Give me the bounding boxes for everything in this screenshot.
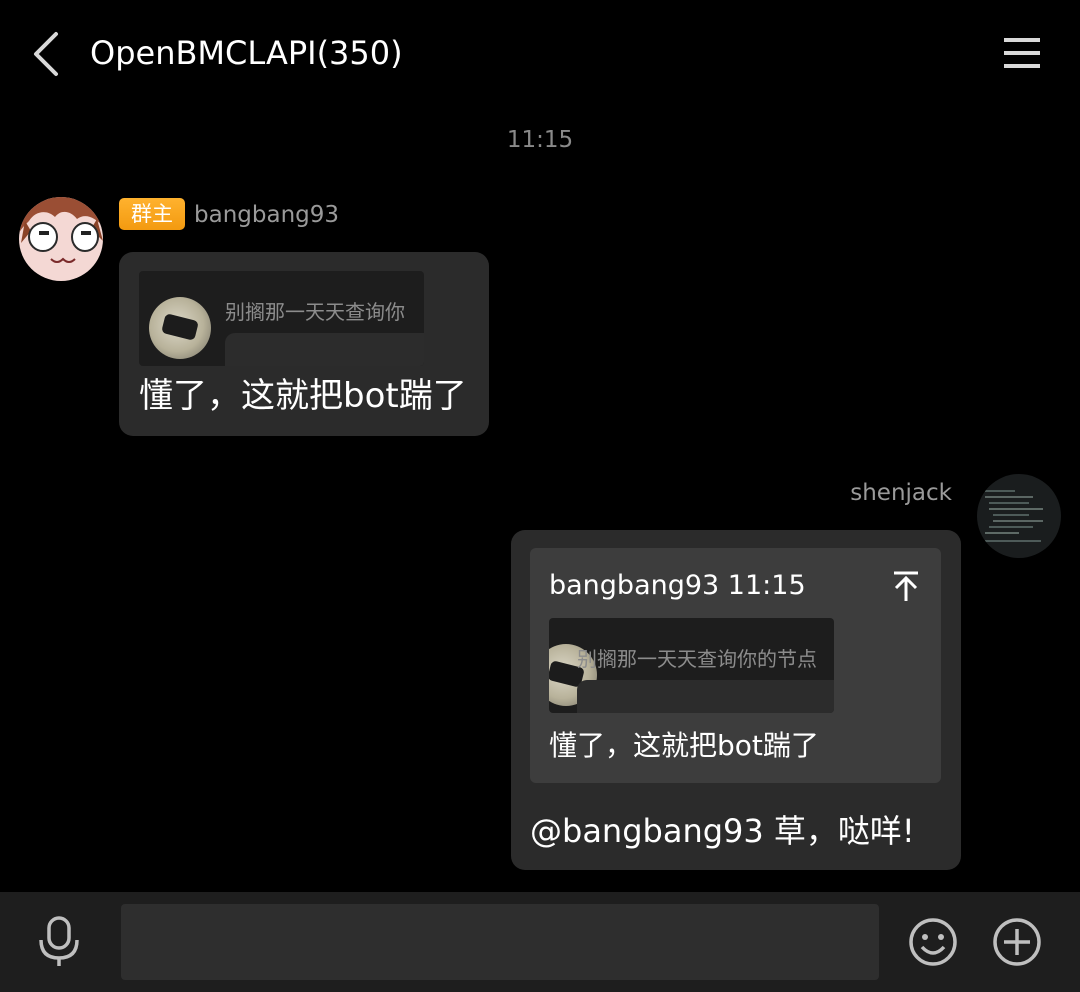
thumbnail-subcard [225,333,424,366]
thumbnail-caption: 别搁那一天天查询你 [225,300,405,324]
thumbnail-caption: 别搁那一天天查询你的节点 [577,647,817,671]
quoted-reply-card[interactable]: bangbang93 11:15 别搁那一天天查询你的节点 懂了，这就把bot踹… [530,548,941,783]
avatar[interactable] [977,474,1061,558]
thumbnail-subcard [577,680,834,713]
more-options-button[interactable] [992,917,1042,967]
chat-header: OpenBMCLAPI(350) [0,0,1080,108]
image-thumbnail[interactable]: 别搁那一天天查询你 [139,271,424,366]
chevron-left-icon [34,32,58,76]
back-button[interactable] [22,26,70,82]
chat-title: OpenBMCLAPI(350) [90,34,403,72]
input-bar [0,892,1080,992]
image-thumbnail[interactable]: 别搁那一天天查询你的节点 [549,618,834,713]
menu-button[interactable] [996,30,1048,76]
jump-to-original-button[interactable] [888,568,924,604]
message-text: 懂了，这就把bot踹了 [139,376,467,416]
voice-input-button[interactable] [34,916,84,968]
message-bubble[interactable]: bangbang93 11:15 别搁那一天天查询你的节点 懂了，这就把bot踹… [511,530,961,870]
quote-header: bangbang93 11:15 [549,570,806,601]
sender-name: shenjack [850,480,952,506]
chat-screen: OpenBMCLAPI(350) 11:15 群主 bangbang93 别搁那… [0,0,1080,992]
hamburger-menu-icon [1004,38,1040,68]
group-owner-badge: 群主 [119,198,185,230]
plus-circle-icon [993,918,1041,966]
smiley-icon [909,918,957,966]
microphone-icon [39,916,79,966]
message-text: @bangbang93 草，哒咩! [530,812,915,850]
thumbnail-avatar [149,297,211,359]
cartoon-face-avatar-icon [19,197,103,281]
emoji-button[interactable] [908,917,958,967]
avatar[interactable] [19,197,103,281]
code-screenshot-avatar-icon [977,474,1061,558]
message-bubble[interactable]: 别搁那一天天查询你 懂了，这就把bot踹了 [119,252,489,436]
message-input[interactable] [121,904,879,980]
quote-text: 懂了，这就把bot踹了 [549,729,819,762]
time-divider: 11:15 [506,127,574,153]
sender-name: bangbang93 [194,202,340,228]
jump-to-top-icon [894,571,918,601]
